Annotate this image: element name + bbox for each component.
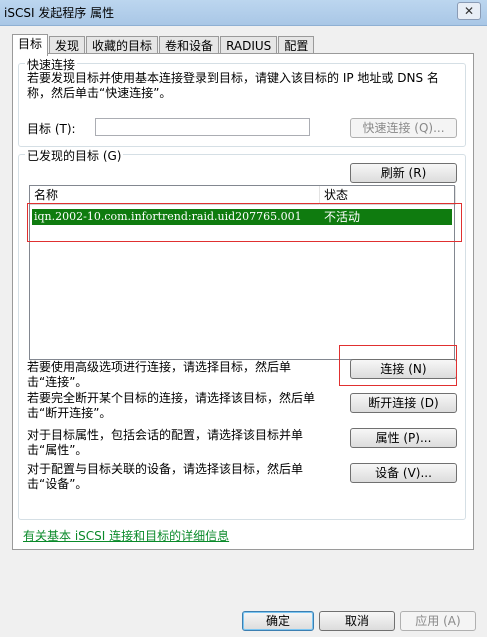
- window-title: iSCSI 发起程序 属性: [4, 6, 115, 20]
- quick-connect-button[interactable]: 快速连接 (Q)...: [350, 118, 457, 138]
- close-icon[interactable]: ✕: [457, 2, 481, 20]
- title-bar: iSCSI 发起程序 属性 ✕: [0, 0, 487, 26]
- iscsi-info-link[interactable]: 有关基本 iSCSI 连接和目标的详细信息: [23, 527, 229, 544]
- devices-button[interactable]: 设备 (V)...: [350, 463, 457, 483]
- highlight-box-connect: [339, 345, 457, 386]
- tab-targets[interactable]: 目标: [12, 34, 49, 56]
- disconnect-button[interactable]: 断开连接 (D): [350, 393, 457, 413]
- quick-connect-description: 若要发现目标并使用基本连接登录到目标，请键入该目标的 IP 地址或 DNS 名称…: [27, 71, 439, 100]
- devices-description: 对于配置与目标关联的设备，请选择该目标，然后单击“设备”。: [27, 462, 304, 491]
- highlight-box-target-row: [27, 203, 462, 242]
- apply-button[interactable]: 应用 (A): [400, 611, 476, 631]
- cancel-button[interactable]: 取消: [319, 611, 395, 631]
- target-input[interactable]: [95, 118, 310, 136]
- properties-description: 对于目标属性，包括会话的配置，请选择该目标并单击“属性”。: [27, 428, 304, 457]
- tab-strip: 目标 发现 收藏的目标 卷和设备 RADIUS 配置: [12, 34, 315, 56]
- disconnect-description: 若要完全断开某个目标的连接，请选择该目标，然后单击“断开连接”。: [27, 391, 316, 420]
- properties-button[interactable]: 属性 (P)...: [350, 428, 457, 448]
- connect-description: 若要使用高级选项进行连接，请选择目标，然后单击“连接”。: [27, 360, 292, 389]
- target-label: 目标 (T):: [27, 122, 76, 136]
- refresh-button[interactable]: 刷新 (R): [350, 163, 457, 183]
- targets-panel: 快速连接 若要发现目标并使用基本连接登录到目标，请键入该目标的 IP 地址或 D…: [12, 53, 474, 550]
- ok-button[interactable]: 确定: [242, 611, 314, 631]
- discovered-targets-label: 已发现的目标 (G): [25, 147, 124, 164]
